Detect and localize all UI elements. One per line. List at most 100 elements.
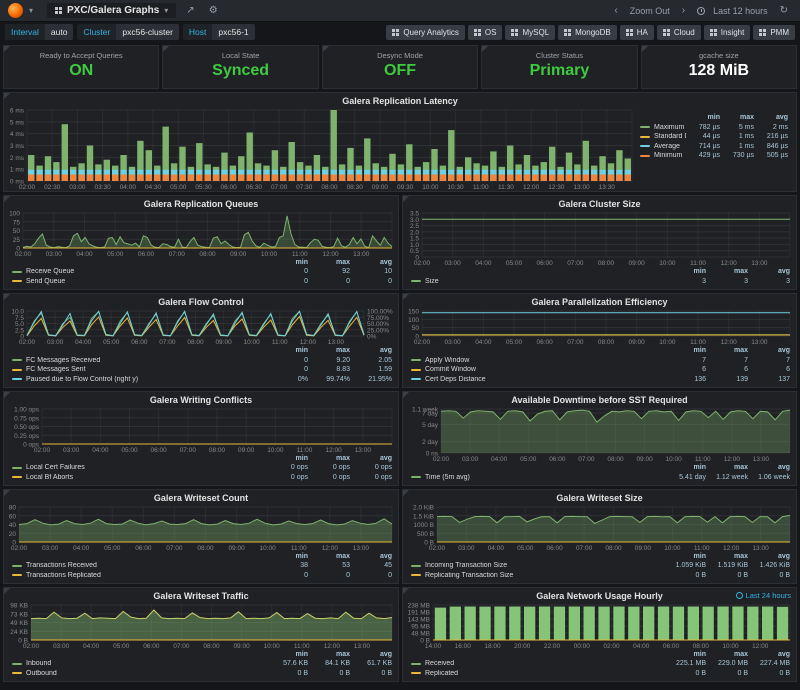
legend-series-toggle[interactable]: Standard Deviation <box>640 133 686 140</box>
legend-series-toggle[interactable]: Maximum <box>640 124 686 131</box>
panel-title[interactable]: Galera Writeset Traffic <box>4 588 398 602</box>
svg-text:11:00: 11:00 <box>690 339 706 346</box>
latency-legend: minmaxavgMaximum782 µs5 ms2 msStandard D… <box>638 107 796 191</box>
svg-text:3 ms: 3 ms <box>10 143 25 150</box>
panel-title[interactable]: Galera Cluster Size <box>403 196 796 210</box>
cluster-variable: Cluster pxc56-cluster <box>77 24 179 40</box>
legend-series-toggle[interactable]: Local Cert Failures <box>12 464 266 471</box>
link-query-analytics[interactable]: Query Analytics <box>386 25 465 40</box>
link-ha[interactable]: HA <box>620 25 654 40</box>
svg-text:03:00: 03:00 <box>69 184 86 191</box>
panel-title[interactable]: Galera Writing Conflicts <box>4 392 398 406</box>
legend-avg: 7 <box>748 357 790 364</box>
cluster-size-chart-plot[interactable]: 02:0003:0004:0005:0006:0007:0008:0009:00… <box>403 210 796 267</box>
svg-text:03:00: 03:00 <box>462 456 479 463</box>
legend-series-toggle[interactable]: Transactions Received <box>12 562 266 569</box>
panel-title[interactable]: Galera Writeset Count <box>4 490 398 504</box>
writeset-count-chart-plot[interactable]: 02:0003:0004:0005:0006:0007:0008:0009:00… <box>4 504 398 552</box>
legend-series-toggle[interactable]: Receive Queue <box>12 268 266 275</box>
link-os[interactable]: OS <box>468 25 503 40</box>
legend-avg: 505 µs <box>754 152 788 159</box>
refresh-icon[interactable]: ↻ <box>776 5 792 16</box>
writeset-size-chart-plot[interactable]: 02:0003:0004:0005:0006:0007:0008:0009:00… <box>403 504 796 552</box>
svg-text:08:00: 08:00 <box>598 339 615 346</box>
panel-title[interactable]: Galera Replication Latency <box>4 93 796 107</box>
link-mysql[interactable]: MySQL <box>505 25 555 40</box>
legend-header: minmaxavg <box>640 113 788 123</box>
grafana-logo[interactable] <box>8 3 23 18</box>
svg-text:13:00: 13:00 <box>751 260 768 267</box>
legend-row: Maximum782 µs5 ms2 ms <box>640 123 788 133</box>
time-range-picker[interactable]: Last 12 hours <box>713 6 768 16</box>
legend-min: 3 <box>664 278 706 285</box>
cluster-value-dropdown[interactable]: pxc56-cluster <box>116 24 179 40</box>
pan-left-icon[interactable]: ‹ <box>610 5 621 16</box>
legend-avg: 2 ms <box>754 124 788 131</box>
dashboard-title-picker[interactable]: PXC/Galera Graphs ▾ <box>47 3 176 18</box>
legend-max: 1.519 KiB <box>706 562 748 569</box>
legend-series-toggle[interactable]: Outbound <box>12 670 266 677</box>
legend-max: 1 ms <box>720 133 754 140</box>
legend-series-toggle[interactable]: Size <box>411 278 664 285</box>
legend-series-toggle[interactable]: Paused due to Flow Control (right y) <box>12 376 266 383</box>
zoom-out-button[interactable]: Zoom Out <box>630 6 670 16</box>
panel-title[interactable]: Galera Parallelization Efficiency <box>403 294 796 308</box>
legend-series-toggle[interactable]: Cert Deps Distance <box>411 376 664 383</box>
downtime-chart-plot[interactable]: 02:0003:0004:0005:0006:0007:0008:0009:00… <box>403 406 796 463</box>
legend-series-toggle[interactable]: Send Queue <box>12 278 266 285</box>
legend-series-toggle[interactable]: Average <box>640 143 686 150</box>
conflicts-chart-plot[interactable]: 02:0003:0004:0005:0006:0007:0008:0009:00… <box>4 406 398 454</box>
link-pmm[interactable]: PMM <box>753 25 795 40</box>
legend-header: minmaxavg <box>411 552 790 562</box>
link-grid-icon <box>663 29 670 36</box>
legend-series-toggle[interactable]: FC Messages Received <box>12 357 266 364</box>
panel-title[interactable]: Galera Replication Queues <box>4 196 398 210</box>
latency-chart-plot[interactable]: 02:0002:3003:0003:3004:0004:3005:0005:30… <box>4 107 638 191</box>
interval-value-dropdown[interactable]: auto <box>45 24 74 40</box>
panel-title[interactable]: Galera Network Usage Hourly Last 24 hour… <box>403 588 796 602</box>
legend-series-toggle[interactable]: Received <box>411 660 664 667</box>
link-cloud[interactable]: Cloud <box>657 25 701 40</box>
legend-series-toggle[interactable]: Local Bf Aborts <box>12 474 266 481</box>
svg-text:2.5: 2.5 <box>410 223 419 230</box>
svg-text:5 ms: 5 ms <box>10 119 25 126</box>
network-chart-plot[interactable]: 14:0016:0018:0020:0022:0000:0002:0004:00… <box>403 602 796 650</box>
legend-series-toggle[interactable]: Incoming Transaction Size <box>411 562 664 569</box>
legend-series-toggle[interactable]: Apply Window <box>411 357 664 364</box>
legend-max: 53 <box>308 562 350 569</box>
legend-max: 0 B <box>706 572 748 579</box>
flow-control-chart-plot[interactable]: 02:0003:0004:0005:0006:0007:0008:0009:00… <box>4 308 398 346</box>
share-icon[interactable]: ↗ <box>182 5 198 16</box>
legend-series-toggle[interactable]: Inbound <box>12 660 266 667</box>
link-insight[interactable]: Insight <box>704 25 751 40</box>
legend-series-toggle[interactable]: Minimum <box>640 152 686 159</box>
legend-series-toggle[interactable]: FC Messages Sent <box>12 366 266 373</box>
svg-text:03:00: 03:00 <box>445 339 462 346</box>
link-mongodb[interactable]: MongoDB <box>558 25 617 40</box>
pan-right-icon[interactable]: › <box>678 5 689 16</box>
legend-series-toggle[interactable]: Replicating Transaction Size <box>411 572 664 579</box>
settings-gear-icon[interactable]: ⚙ <box>205 5 222 16</box>
legend-series-toggle[interactable]: Commit Window <box>411 366 664 373</box>
legend-series-toggle[interactable]: Time (5m avg) <box>411 474 664 481</box>
legend-series-toggle[interactable]: Replicated <box>411 670 664 677</box>
legend-row: Local Bf Aborts0 ops0 ops0 ops <box>12 473 392 483</box>
panel-title[interactable]: Galera Writeset Size <box>403 490 796 504</box>
panel-title[interactable]: Available Downtime before SST Required <box>403 392 796 406</box>
parallelization-chart-plot[interactable]: 02:0003:0004:0005:0006:0007:0008:0009:00… <box>403 308 796 346</box>
logo-caret-icon[interactable]: ▾ <box>29 6 33 15</box>
panel-time-override[interactable]: Last 24 hours <box>736 591 791 600</box>
panel-title[interactable]: Galera Flow Control <box>4 294 398 308</box>
svg-text:1.0: 1.0 <box>410 242 419 249</box>
legend-series-toggle[interactable]: Transactions Replicated <box>12 572 266 579</box>
queues-chart-plot[interactable]: 02:0003:0004:0005:0006:0007:0008:0009:00… <box>4 210 398 258</box>
svg-text:80: 80 <box>9 505 17 512</box>
svg-text:05:00: 05:00 <box>506 339 523 346</box>
legend-avg: 0 <box>350 278 392 285</box>
svg-text:40: 40 <box>9 522 17 529</box>
legend-header: minmaxavg <box>411 267 790 277</box>
traffic-chart-plot[interactable]: 02:0003:0004:0005:0006:0007:0008:0009:00… <box>4 602 398 650</box>
svg-text:04:00: 04:00 <box>475 339 492 346</box>
svg-text:1.5: 1.5 <box>410 236 419 243</box>
host-value-dropdown[interactable]: pxc56-1 <box>212 24 254 40</box>
